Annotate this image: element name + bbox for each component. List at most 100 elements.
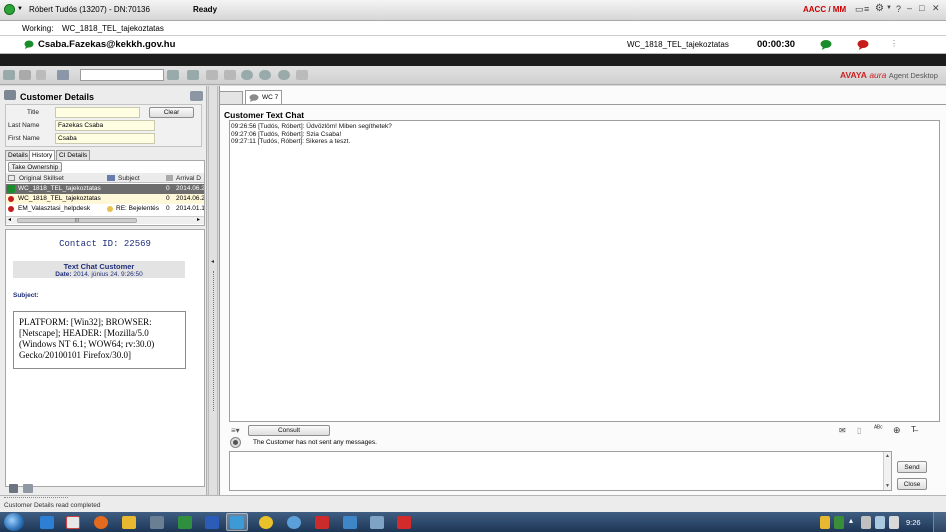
spellcheck-icon[interactable]: ᴬᴮᶜ (874, 425, 883, 432)
tab-history[interactable]: History (29, 150, 56, 160)
message-input[interactable] (229, 451, 892, 491)
table-row[interactable]: WC_1818_TEL_tajekoztatas 0 2014.06.2 (6, 194, 204, 204)
history-scrollbar[interactable]: ◂ III ▸ (6, 216, 204, 224)
edit-icon[interactable] (224, 70, 236, 80)
excel-icon[interactable] (178, 516, 192, 529)
dialpad-icon[interactable] (57, 70, 69, 80)
word-icon[interactable] (205, 516, 219, 529)
email-icon[interactable]: ✉ (839, 426, 846, 435)
menu-icon[interactable]: ≡ (864, 4, 869, 14)
start-button[interactable] (4, 513, 24, 531)
column-header-arrival[interactable]: Arrival D (176, 174, 203, 183)
panel-splitter[interactable]: ◂ (208, 86, 218, 495)
end-chat-icon[interactable] (857, 39, 870, 50)
table-row[interactable]: WC_1818_TEL_tajekoztatas 0 2014.06.2 (6, 184, 204, 194)
call-skillset: WC_1818_TEL_tajekoztatas (627, 40, 729, 49)
tab-wc7[interactable]: WC 7 (245, 90, 282, 104)
firstname-field[interactable]: Csaba (55, 133, 155, 144)
search-history-icon[interactable] (259, 70, 271, 80)
close-window-icon[interactable]: ✕ (932, 3, 940, 14)
chat-transcript[interactable]: 09:26:56 [Tudós, Róbert]: Üdvözlöm! Mibe… (229, 120, 940, 422)
search-icon[interactable] (241, 70, 253, 80)
customer-lookup-icon[interactable] (190, 91, 203, 101)
attachment-column-icon[interactable] (166, 175, 173, 181)
tab-ci-details[interactable]: CI Details (56, 150, 91, 160)
detail-date: Date: 2014. június 24. 9:26:50 (55, 271, 143, 278)
contact-menu-icon[interactable]: ⋮ (890, 39, 898, 48)
options-menu-icon[interactable]: ≡▾ (231, 426, 240, 435)
print-icon[interactable] (23, 484, 33, 493)
close-button[interactable]: Close (897, 478, 927, 490)
remote-icon[interactable] (343, 516, 357, 529)
opera-icon[interactable] (315, 516, 329, 529)
minimize-icon[interactable]: – (907, 3, 912, 13)
lock-icon[interactable] (9, 484, 18, 493)
chat-active-icon[interactable] (820, 39, 833, 50)
take-ownership-button[interactable]: Take Ownership (8, 162, 62, 172)
collapse-left-icon[interactable]: ◂ (211, 258, 214, 265)
globe-icon[interactable]: ⊕ (893, 425, 901, 436)
select-all-icon[interactable] (8, 175, 15, 181)
page-icon[interactable]: ▯ (857, 426, 861, 435)
tray-folder-icon[interactable] (820, 516, 830, 529)
input-scrollbar[interactable]: ▲ ▼ (883, 452, 891, 490)
top-status-bar: ▼ Róbert Tudós (13207) - DN:70136 Ready … (0, 0, 946, 21)
send-button[interactable]: Send (897, 461, 927, 473)
tray-expand-icon[interactable]: ▴ (849, 516, 853, 525)
row-arrival: 2014.01.1 (176, 205, 204, 212)
conference-icon[interactable] (187, 70, 199, 80)
tray-network-icon[interactable] (875, 516, 885, 529)
splitter-grip[interactable] (213, 271, 214, 411)
tab-details[interactable]: Details (5, 150, 31, 160)
clear-button[interactable]: Clear (149, 107, 194, 118)
explorer-icon[interactable] (122, 516, 136, 529)
pdf-icon[interactable] (397, 516, 411, 529)
transfer-icon[interactable] (19, 70, 31, 80)
scroll-right-icon[interactable]: ▸ (197, 217, 200, 224)
refresh-icon[interactable] (278, 70, 290, 80)
ready-status-icon[interactable] (4, 4, 15, 15)
dial-number-input[interactable] (80, 69, 164, 81)
taskbar (0, 512, 946, 532)
scroll-left-icon[interactable]: ◂ (8, 217, 11, 224)
status-dropdown-icon[interactable]: ▼ (17, 6, 23, 12)
tray-volume-icon[interactable] (889, 516, 899, 529)
gear-icon[interactable]: ⚙ (875, 3, 884, 14)
text-format-icon[interactable]: T̶ (911, 425, 916, 434)
blank-tab[interactable] (219, 91, 243, 104)
show-desktop-button[interactable] (933, 512, 946, 532)
tray-app-icon[interactable] (834, 516, 844, 529)
row-skillset: EM_Valasztasi_helpdesk (18, 205, 91, 212)
help-icon[interactable]: ? (896, 4, 901, 14)
tool-icon[interactable] (370, 516, 384, 529)
scroll-down-icon[interactable]: ▼ (885, 483, 890, 489)
bookmark-icon[interactable]: ▭ (855, 4, 864, 15)
consult-button[interactable]: Consult (248, 425, 330, 436)
ie-icon[interactable] (40, 516, 54, 529)
scroll-thumb[interactable]: III (17, 218, 137, 224)
detail-subject-label: Subject: (13, 292, 39, 299)
scroll-up-icon[interactable]: ▲ (885, 453, 890, 459)
agent-desktop-icon (230, 516, 244, 529)
sort-icon[interactable] (107, 175, 115, 181)
tray-flag-icon[interactable] (861, 516, 871, 529)
title-field[interactable] (55, 107, 140, 118)
access-icon[interactable] (66, 516, 80, 529)
contact-row[interactable]: Csaba.Fazekas@kekkh.gov.hu WC_1818_TEL_t… (0, 36, 946, 54)
maximize-icon[interactable]: □ (919, 3, 924, 13)
firefox-icon[interactable] (94, 516, 108, 529)
gear-dropdown-icon[interactable]: ▼ (886, 5, 892, 11)
web-icon[interactable] (296, 70, 308, 80)
agent-icon[interactable] (3, 70, 15, 80)
chrome-icon[interactable] (259, 516, 273, 529)
column-header-subject[interactable]: Subject (118, 174, 163, 183)
window-icon[interactable] (150, 516, 164, 529)
column-header-skillset[interactable]: Original Skillset (19, 174, 104, 183)
table-row[interactable]: EM_Valasztasi_helpdesk RE: Bejelentés 0 … (6, 204, 204, 214)
lastname-field[interactable]: Fazekas Csaba (55, 120, 155, 131)
clock[interactable]: 9:26 (906, 518, 921, 527)
hold-icon[interactable] (36, 70, 46, 80)
network-icon[interactable] (287, 516, 301, 529)
dial-icon[interactable] (167, 70, 179, 80)
release-icon[interactable] (206, 70, 218, 80)
